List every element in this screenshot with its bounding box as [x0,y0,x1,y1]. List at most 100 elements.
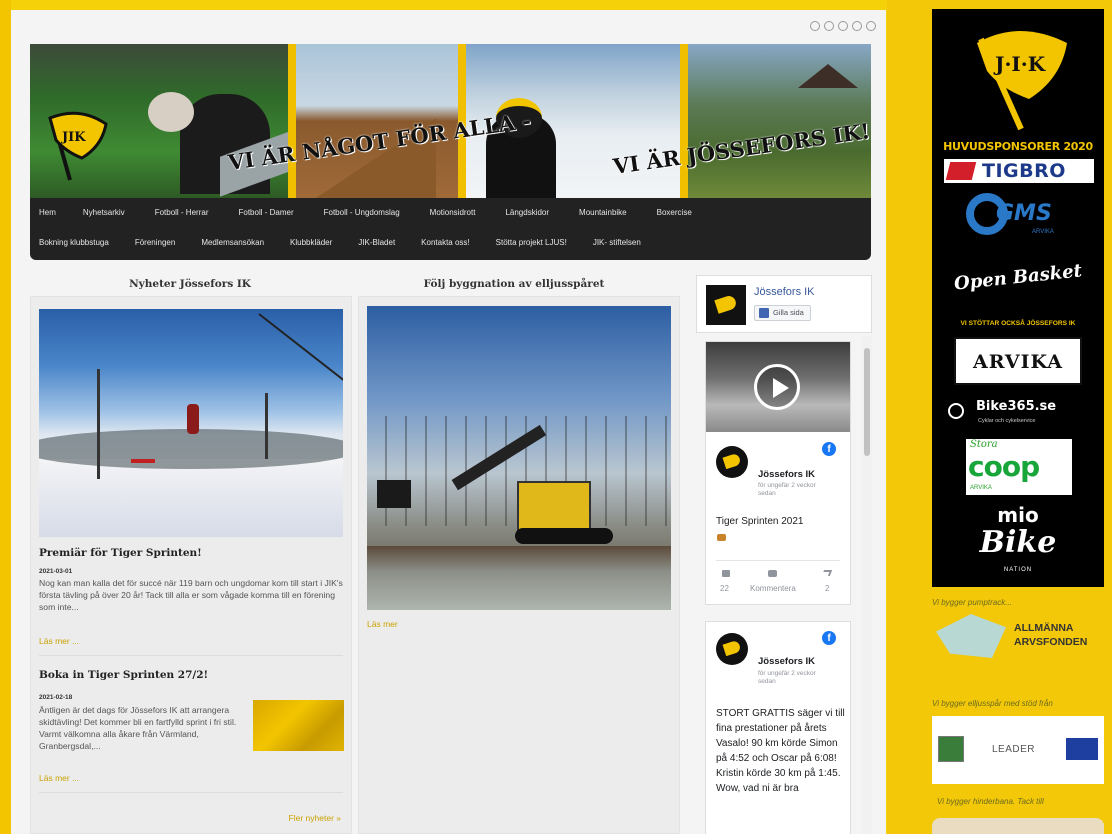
left-yellow-border [0,0,11,834]
nav-item-kontakta-oss-[interactable]: Kontakta oss! [421,238,469,247]
news-title[interactable]: Boka in Tiger Sprinten 27/2! [39,669,208,681]
sponsor-tigbro-label: TIGBRO [982,160,1066,182]
arvsfonden-line1: ALLMÄNNA [1014,622,1074,634]
banner-separator [288,44,296,198]
nav-item-fotboll-damer[interactable]: Fotboll - Damer [238,208,293,217]
nav-row-primary: Hem Nyhetsarkiv Fotboll - Herrar Fotboll - … [30,208,871,217]
sponsor-bike365[interactable]: Bike365.se Cyklar och cykelservice [948,397,1098,433]
utility-icons [810,21,876,31]
sponsor-coop-top: Stora [970,439,998,450]
play-icon[interactable] [754,364,800,410]
jik-banner-logo: JIK [48,111,108,181]
read-more-link[interactable]: Läs mer ... [39,773,79,783]
eu-flag-icon [1066,738,1098,760]
comment-button[interactable]: Kommentera [750,584,796,593]
caption-elljusspar: Vi bygger elljusspår med stöd från [932,699,1053,708]
nav-item-stötta-projekt-ljus-[interactable]: Stötta projekt LJUS! [496,238,567,247]
main-sponsors-heading: HUVUDSPONSORER 2020 [943,140,1093,153]
nav-item-längdskidor[interactable]: Längdskidor [505,208,549,217]
sponsor-coop-sub: ARVIKA [970,485,992,491]
news-title[interactable]: Premiär för Tiger Sprinten! [39,547,202,559]
fb-page-name[interactable]: Jössefors IK [754,286,815,298]
fb-like-button[interactable]: Gilla sida [754,305,811,321]
nav-item-boxercise[interactable]: Boxercise [657,208,692,217]
svg-text:JIK: JIK [61,130,86,145]
build-image-excavator[interactable] [367,306,671,610]
fb-author-avatar[interactable] [716,633,748,665]
help-icon[interactable] [824,21,834,31]
fb-post-time[interactable]: för ungefär 2 veckor sedan [758,670,818,686]
nav-item-bokning-klubbstuga[interactable]: Bokning klubbstuga [39,238,109,247]
more-news-link[interactable]: Fler nyheter » [289,813,341,823]
globe-icon[interactable] [852,21,862,31]
support-heading: VI STÖTTAR OCKSÅ JÖSSEFORS IK [960,320,1076,327]
sponsor-bike-nation[interactable]: Bike [932,525,1104,560]
nav-item-jik-bladet[interactable]: JIK-Bladet [358,238,395,247]
nav-item-motionsidrott[interactable]: Motionsidrott [430,208,476,217]
fb-author-avatar[interactable] [716,446,748,478]
fb-post-text: STORT GRATTIS säger vi till fina prestat… [716,708,845,794]
fb-page-header: Jössefors IK Gilla sida [696,275,872,333]
jik-club-logo[interactable]: J·I·K [957,21,1077,133]
news-excerpt: Äntligen är det dags för Jössefors IK at… [39,705,237,751]
sponsor-coop[interactable]: Stora coop ARVIKA [966,439,1072,495]
divider [716,560,840,561]
caption-hinderbana: Vi bygger hinderbana. Tack till [937,797,1044,806]
sitemap-icon[interactable] [810,21,820,31]
sponsor-mio[interactable]: mio [932,503,1104,527]
news-image-tiger-sprint[interactable] [39,309,343,537]
like-icon[interactable] [722,570,730,577]
sponsor-bike-nation-sub: NATION [1003,567,1033,573]
caption-pumptrack: Vi bygger pumptrack... [932,598,1012,607]
fb-video-thumbnail[interactable] [706,342,850,432]
fb-post-text: Tiger Sprinten 2021 [716,516,804,527]
like-count[interactable]: 22 [720,584,729,593]
sponsor-leader-eu[interactable]: LEADER [932,716,1104,784]
leader-label: LEADER [992,744,1036,755]
fb-post: f Jössefors IK för ungefär 2 veckor seda… [705,621,851,834]
divider [39,792,343,793]
nav-item-föreningen[interactable]: Föreningen [135,238,175,247]
read-more-link[interactable]: Läs mer ... [39,636,79,646]
sponsor-bike365-label: Bike365.se [976,399,1057,414]
nav-item-hem[interactable]: Hem [39,208,56,217]
sponsor-hinderbana-logo[interactable] [932,818,1104,834]
fb-feed: f Jössefors IK för ungefär 2 veckor seda… [696,336,872,834]
news-thumbnail[interactable] [253,700,344,751]
lock-icon[interactable] [866,21,876,31]
sponsor-tigbro[interactable]: TIGBRO [944,159,1094,183]
sponsor-open-basket[interactable]: Open Basket [931,258,1104,297]
fb-post-time[interactable]: för ungefär 2 veckor sedan [758,482,818,498]
sponsor-arvsfonden[interactable]: ALLMÄNNA ARVSFONDEN [932,612,1104,662]
fb-author-name[interactable]: Jössefors IK [758,656,815,667]
share-count[interactable]: 2 [825,584,829,593]
main-navigation: Hem Nyhetsarkiv Fotboll - Herrar Fotboll - … [30,198,871,260]
sponsor-coop-label: coop [968,450,1040,483]
svg-text:J·I·K: J·I·K [993,52,1046,76]
comment-icon[interactable] [768,570,777,577]
news-heading: Nyheter Jössefors IK [129,278,251,290]
nav-item-fotboll-herrar[interactable]: Fotboll - Herrar [155,208,209,217]
fb-author-name[interactable]: Jössefors IK [758,469,815,480]
build-heading: Följ byggnation av elljusspåret [423,278,605,290]
news-card: Premiär för Tiger Sprinten! 2021-03-01 N… [30,296,352,834]
nav-item-klubbkläder[interactable]: Klubbkläder [290,238,332,247]
nav-item-mountainbike[interactable]: Mountainbike [579,208,627,217]
divider [39,655,343,656]
share-icon[interactable] [821,570,833,576]
nav-item-nyhetsarkiv[interactable]: Nyhetsarkiv [83,208,125,217]
nav-item-jik-stiftelsen[interactable]: JIK- stiftelsen [593,238,641,247]
search-icon[interactable] [838,21,848,31]
nav-item-fotboll-ungdomslag[interactable]: Fotboll - Ungdomslag [324,208,400,217]
arvsfonden-line2: ARVSFONDEN [1014,636,1088,648]
nav-item-medlemsansökan[interactable]: Medlemsansökan [201,238,264,247]
sponsor-panel: J·I·K HUVUDSPONSORER 2020 TIGBRO GMS ARV… [932,9,1104,587]
main-content: JIK VI ÄR NÅGOT FÖR ALLA - VI ÄR JÖSSEFO… [11,10,886,834]
fb-feed-scrollbar[interactable] [862,336,872,834]
fb-emoji-dog [717,534,726,541]
read-more-link[interactable]: Läs mer [367,619,398,629]
sponsor-gms[interactable]: GMS ARVIKA [966,189,1074,241]
sponsor-arvika[interactable]: ARVIKA [954,337,1082,385]
fb-page-logo[interactable] [706,285,746,325]
sponsor-gms-label: GMS [996,201,1052,226]
